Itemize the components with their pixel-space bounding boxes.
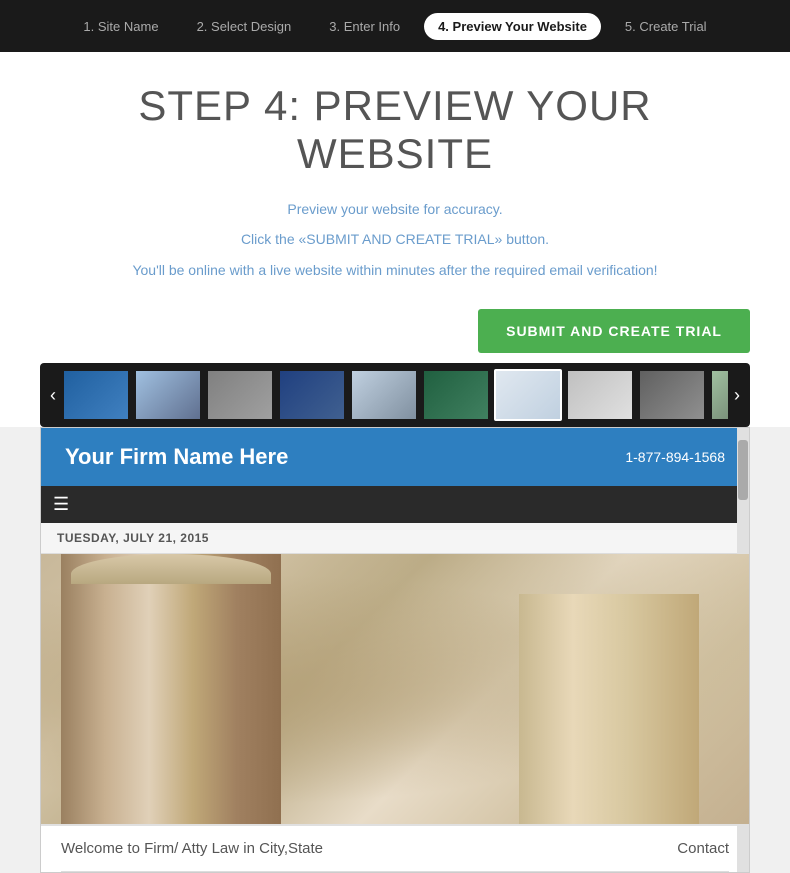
nav-step-5[interactable]: 5. Create Trial (611, 13, 721, 40)
firm-name: Your Firm Name Here (65, 444, 288, 470)
thumbnail-10[interactable] (710, 369, 728, 421)
hamburger-icon[interactable]: ☰ (53, 494, 69, 515)
thumbnail-1[interactable] (62, 369, 130, 421)
site-header: Your Firm Name Here 1-877-894-1568 (41, 428, 749, 486)
thumbnail-strip: ‹ (40, 363, 750, 427)
nav-step-4[interactable]: 4. Preview Your Website (424, 13, 601, 40)
footer-contact-text: Contact (677, 840, 729, 857)
strip-left-arrow[interactable]: ‹ (44, 385, 62, 406)
firm-phone: 1-877-894-1568 (625, 449, 725, 465)
footer-welcome-text: Welcome to Firm/ Atty Law in City,State (61, 840, 323, 857)
submit-row: SUBMIT AND CREATE TRIAL (40, 289, 750, 363)
thumbnail-5[interactable] (350, 369, 418, 421)
column-left-decoration (61, 554, 281, 824)
main-content: STEP 4: PREVIEW YOUR WEBSITE Preview you… (0, 52, 790, 427)
thumbnail-8[interactable] (566, 369, 634, 421)
submit-create-trial-button[interactable]: SUBMIT AND CREATE TRIAL (478, 309, 750, 353)
instruction-line3: You'll be online with a live website wit… (40, 259, 750, 281)
nav-step-2[interactable]: 2. Select Design (183, 13, 306, 40)
footer-divider (61, 871, 729, 872)
page-title: STEP 4: PREVIEW YOUR WEBSITE (40, 82, 750, 178)
thumbnail-9[interactable] (638, 369, 706, 421)
thumbnail-2[interactable] (134, 369, 202, 421)
preview-scroll-thumb[interactable] (738, 440, 748, 500)
thumbnail-3[interactable] (206, 369, 274, 421)
date-bar: TUESDAY, JULY 21, 2015 (41, 523, 749, 554)
instruction-line1: Preview your website for accuracy. (40, 198, 750, 220)
nav-step-1[interactable]: 1. Site Name (69, 13, 172, 40)
hero-image (41, 554, 749, 824)
thumbnail-4[interactable] (278, 369, 346, 421)
thumbnail-7-selected[interactable] (494, 369, 562, 421)
preview-frame: Your Firm Name Here 1-877-894-1568 ☰ TUE… (40, 427, 750, 873)
instruction-line3-text: You'll be online with a live website wit… (132, 262, 657, 278)
strip-right-arrow[interactable]: › (728, 385, 746, 406)
instruction-line2: Click the «SUBMIT AND CREATE TRIAL» butt… (40, 228, 750, 250)
nav-step-3[interactable]: 3. Enter Info (315, 13, 414, 40)
top-nav: 1. Site Name 2. Select Design 3. Enter I… (0, 0, 790, 52)
site-nav-bar: ☰ (41, 486, 749, 523)
thumbnails-row (62, 369, 728, 421)
column-right-decoration (519, 594, 699, 824)
thumbnail-6[interactable] (422, 369, 490, 421)
site-footer-preview: Welcome to Firm/ Atty Law in City,State … (41, 824, 749, 871)
